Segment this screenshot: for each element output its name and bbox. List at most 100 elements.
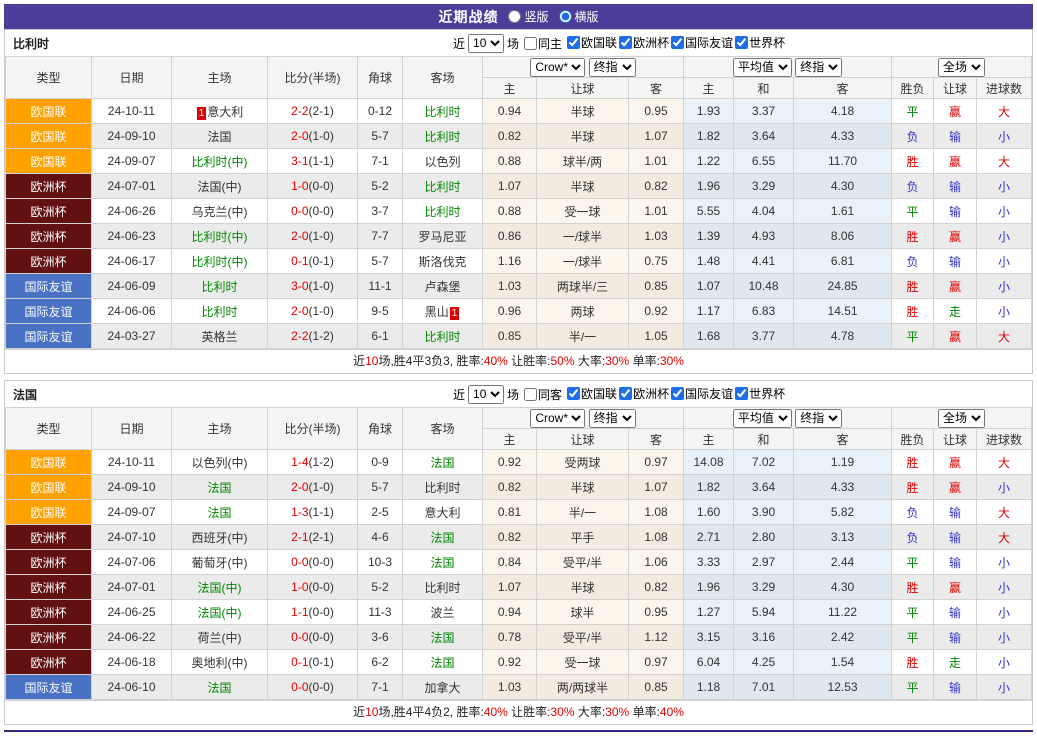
summary-stat-value: 30% (551, 705, 575, 719)
match-row: 欧国联24-09-07比利时(中)3-1(1-1)7-1以色列0.88球半/两1… (6, 149, 1032, 174)
avg-away-odds-cell: 2.42 (794, 625, 892, 650)
crow-handicap-cell: 半球 (537, 99, 629, 124)
away-team-name: 波兰 (430, 606, 454, 620)
league-filter-label: 欧国联 (581, 34, 617, 51)
crow-handicap-cell: 半球 (537, 174, 629, 199)
league-filter-label: 欧国联 (581, 385, 617, 402)
avg-final-odds-select[interactable]: 终指 (795, 409, 842, 428)
home-team-name: 奥地利(中) (192, 656, 248, 670)
league-filter-checkbox[interactable] (619, 36, 632, 49)
halftime-score: (1-0) (309, 129, 334, 143)
away-team-name: 比利时 (424, 330, 460, 344)
away-team-name: 卢森堡 (424, 280, 460, 294)
same-venue-filter[interactable]: 同主 (524, 35, 562, 52)
crow-away-odds-cell: 0.92 (629, 299, 684, 324)
league-filter-checkbox[interactable] (735, 36, 748, 49)
same-venue-filter[interactable]: 同客 (524, 386, 562, 403)
league-filter-checkbox[interactable] (735, 387, 748, 400)
avg-home-odds-cell: 1.82 (684, 124, 734, 149)
bookmaker-select[interactable]: Crow* (530, 409, 585, 428)
home-team-cell: 比利时 (172, 274, 268, 299)
avg-draw-odds-cell: 3.16 (734, 625, 794, 650)
layout-radio-vertical[interactable]: 竖版 (508, 8, 548, 25)
fulltime-score: 2-0 (291, 129, 308, 143)
score-cell: 2-0(1-0) (268, 224, 358, 249)
games-label: 场 (507, 386, 519, 403)
league-filter-item[interactable]: 世界杯 (735, 385, 785, 402)
crow-final-odds-select[interactable]: 终指 (589, 409, 636, 428)
fulltime-score: 2-0 (291, 304, 308, 318)
vertical-layout-radio[interactable] (508, 10, 521, 23)
subcol-crow-home: 主 (483, 429, 537, 450)
home-team-cell: 西班牙(中) (172, 525, 268, 550)
score-cell: 1-0(0-0) (268, 575, 358, 600)
col-header-type: 类型 (6, 57, 92, 99)
avg-select[interactable]: 平均值 (733, 409, 792, 428)
crow-handicap-cell: 一/球半 (537, 224, 629, 249)
result-outcome-cell: 平 (892, 199, 934, 224)
match-row: 国际友谊24-06-06比利时2-0(1-0)9-5黑山10.96两球0.921… (6, 299, 1032, 324)
result-handicap-cell: 赢 (934, 224, 977, 249)
crow-final-odds-select[interactable]: 终指 (589, 58, 636, 77)
avg-select[interactable]: 平均值 (733, 58, 792, 77)
league-filter-item[interactable]: 国际友谊 (671, 34, 733, 51)
summary-text: 让胜率: (508, 354, 551, 368)
league-filter-checkbox[interactable] (619, 387, 632, 400)
subcol-avg-away: 客 (794, 78, 892, 99)
avg-draw-odds-cell: 4.41 (734, 249, 794, 274)
league-filter-checkbox[interactable] (671, 36, 684, 49)
bookmaker-select[interactable]: Crow* (530, 58, 585, 77)
league-filter-checkbox[interactable] (567, 387, 580, 400)
fulltime-score: 1-4 (291, 455, 308, 469)
avg-away-odds-cell: 11.70 (794, 149, 892, 174)
league-filter-item[interactable]: 欧国联 (567, 34, 617, 51)
crow-home-odds-cell: 0.88 (483, 199, 537, 224)
avg-draw-odds-cell: 10.48 (734, 274, 794, 299)
league-filter-item[interactable]: 欧洲杯 (619, 385, 669, 402)
full-match-select[interactable]: 全场 (938, 409, 985, 428)
avg-final-odds-select[interactable]: 终指 (795, 58, 842, 77)
league-filter-label: 欧洲杯 (633, 34, 669, 51)
header-group-row: 类型 日期 主场 比分(半场) 角球 客场 Crow* 终指 平均值 终指 (6, 408, 1032, 429)
same-venue-checkbox[interactable] (524, 37, 537, 50)
league-filter-item[interactable]: 欧国联 (567, 385, 617, 402)
layout-radio-horizontal[interactable]: 横版 (559, 8, 599, 25)
crow-home-odds-cell: 0.86 (483, 224, 537, 249)
home-team-name: 法国 (207, 481, 231, 495)
same-venue-checkbox[interactable] (524, 388, 537, 401)
score-cell: 2-0(1-0) (268, 124, 358, 149)
away-team-cell: 比利时 (403, 324, 483, 349)
away-team-cell: 罗马尼亚 (403, 224, 483, 249)
corner-cell: 7-1 (358, 675, 403, 700)
full-match-select[interactable]: 全场 (938, 58, 985, 77)
result-outcome-cell: 胜 (892, 450, 934, 475)
league-filter-item[interactable]: 世界杯 (735, 34, 785, 51)
league-filter-checkbox[interactable] (567, 36, 580, 49)
horizontal-layout-radio[interactable] (559, 10, 572, 23)
home-team-cell: 以色列(中) (172, 450, 268, 475)
league-filter-item[interactable]: 国际友谊 (671, 385, 733, 402)
summary-text: 场,胜4平4负2, 胜率: (378, 705, 483, 719)
date-cell: 24-10-11 (92, 99, 172, 124)
summary-text: 单率: (629, 705, 660, 719)
recent-count-select[interactable]: 10 (468, 34, 504, 53)
away-team-name: 法国 (430, 656, 454, 670)
date-cell: 24-07-06 (92, 550, 172, 575)
away-team-cell: 比利时 (403, 575, 483, 600)
result-goals-cell: 大 (977, 500, 1032, 525)
avg-home-odds-cell: 1.60 (684, 500, 734, 525)
league-filter-item[interactable]: 欧洲杯 (619, 34, 669, 51)
recent-count-select[interactable]: 10 (468, 385, 504, 404)
horizontal-layout-label: 横版 (575, 8, 599, 25)
crow-home-odds-cell: 1.07 (483, 174, 537, 199)
summary-stat-value: 30% (660, 354, 684, 368)
same-venue-label: 同主 (538, 35, 562, 52)
col-header-type: 类型 (6, 408, 92, 450)
league-filter-checkbox[interactable] (671, 387, 684, 400)
result-goals-cell: 大 (977, 99, 1032, 124)
avg-home-odds-cell: 3.33 (684, 550, 734, 575)
avg-home-odds-cell: 1.93 (684, 99, 734, 124)
crow-handicap-cell: 半/一 (537, 324, 629, 349)
avg-away-odds-cell: 1.61 (794, 199, 892, 224)
league-type-cell: 国际友谊 (6, 675, 92, 700)
